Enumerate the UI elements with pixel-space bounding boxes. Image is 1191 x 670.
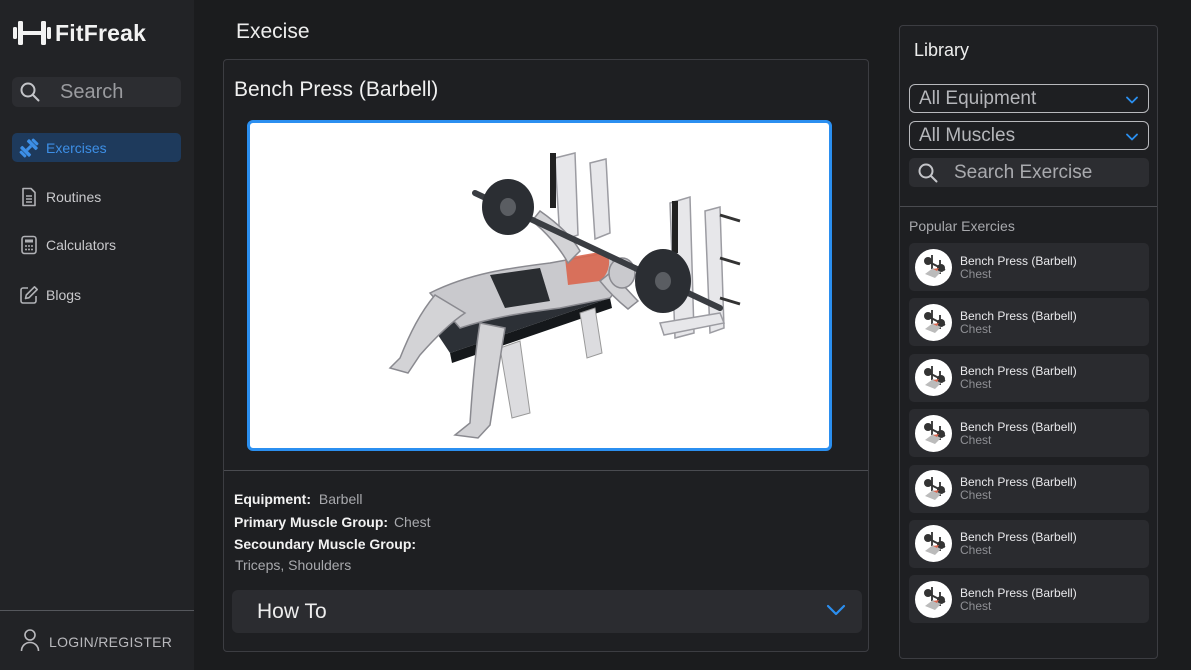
exercise-name: Bench Press (Barbell) xyxy=(960,475,1077,490)
search-icon xyxy=(909,163,946,183)
exercise-name: Bench Press (Barbell) xyxy=(960,364,1077,379)
muscle-filter-dropdown[interactable]: All Muscles xyxy=(909,121,1149,150)
secondary-muscle-label: Secoundary Muscle Group: xyxy=(234,536,417,552)
library-search[interactable] xyxy=(909,158,1149,187)
app-name: FitFreak xyxy=(55,19,147,46)
edit-icon xyxy=(12,285,46,305)
sidebar-item-label: Routines xyxy=(46,188,102,205)
library-search-input[interactable] xyxy=(954,161,1149,184)
list-item[interactable]: Bench Press (Barbell) Chest xyxy=(909,353,1149,402)
equipment-filter-value: All Equipment xyxy=(919,87,1037,109)
login-register-label: LOGIN/REGISTER xyxy=(49,633,173,650)
list-item[interactable]: Bench Press (Barbell) Chest xyxy=(909,464,1149,513)
library-panel: Library All Equipment All Muscles Popula… xyxy=(899,25,1158,659)
exercise-name: Bench Press (Barbell) xyxy=(960,530,1077,545)
exercise-card: Bench Press (Barbell) Equipment: Barbell… xyxy=(223,59,869,652)
exercise-muscle-group: Chest xyxy=(960,598,992,613)
library-divider xyxy=(900,206,1157,207)
equipment-row: Equipment: Barbell xyxy=(234,491,362,507)
page-title: Execise xyxy=(236,20,310,43)
exercise-name: Bench Press (Barbell) xyxy=(960,419,1077,434)
search-icon xyxy=(12,77,48,107)
chevron-down-icon xyxy=(826,603,846,621)
exercise-name: Bench Press (Barbell) xyxy=(960,308,1077,323)
secondary-muscle-value-row: Triceps, Shoulders xyxy=(235,557,351,573)
sidebar-search-input[interactable] xyxy=(60,80,180,104)
exercise-muscle-group: Chest xyxy=(960,321,992,336)
sidebar-divider xyxy=(0,610,194,611)
bench-press-illustration xyxy=(388,152,741,439)
exercise-muscle-group: Chest xyxy=(960,432,992,447)
exercise-muscle-group: Chest xyxy=(960,377,992,392)
secondary-muscle-row: Secoundary Muscle Group: xyxy=(234,536,416,552)
equipment-filter-dropdown[interactable]: All Equipment xyxy=(909,84,1149,113)
exercise-thumbnail xyxy=(915,248,952,286)
list-item[interactable]: Bench Press (Barbell) Chest xyxy=(909,298,1149,347)
chevron-down-icon xyxy=(1126,125,1138,147)
list-item[interactable]: Bench Press (Barbell) Chest xyxy=(909,575,1149,624)
primary-muscle-row: Primary Muscle Group: Chest xyxy=(234,514,431,530)
exercise-thumbnail xyxy=(915,303,952,341)
login-register-link[interactable]: LOGIN/REGISTER xyxy=(20,628,172,655)
muscle-filter-value: All Muscles xyxy=(919,124,1016,146)
sidebar-item-exercises[interactable]: Exercises xyxy=(12,133,181,162)
dumbbell-icon xyxy=(12,138,46,158)
exercise-illustration xyxy=(247,120,832,451)
document-icon xyxy=(12,187,46,207)
sidebar-item-label: Calculators xyxy=(46,236,117,253)
exercise-name: Bench Press (Barbell) xyxy=(960,585,1077,600)
sidebar-item-routines[interactable]: Routines xyxy=(12,182,181,211)
popular-title: Popular Exercies xyxy=(909,218,1015,234)
library-title: Library xyxy=(914,40,970,60)
sidebar-search[interactable] xyxy=(12,77,181,107)
sidebar-item-calculators[interactable]: Calculators xyxy=(12,230,181,259)
user-icon xyxy=(20,628,40,655)
secondary-muscle-value: Triceps, Shoulders xyxy=(235,557,352,573)
exercise-muscle-group: Chest xyxy=(960,266,992,281)
dumbbell-logo-icon xyxy=(13,21,51,45)
how-to-accordion[interactable]: How To xyxy=(232,590,862,633)
equipment-value: Barbell xyxy=(318,491,363,507)
calculator-icon xyxy=(12,235,46,255)
exercise-name: Bench Press (Barbell) xyxy=(960,253,1077,268)
logo[interactable]: FitFreak xyxy=(12,17,146,49)
sidebar-item-blogs[interactable]: Blogs xyxy=(12,280,181,309)
list-item[interactable]: Bench Press (Barbell) Chest xyxy=(909,243,1149,291)
sidebar-item-label: Exercises xyxy=(46,139,107,156)
list-item[interactable]: Bench Press (Barbell) Chest xyxy=(909,409,1149,458)
how-to-label: How To xyxy=(257,599,327,623)
exercise-muscle-group: Chest xyxy=(960,543,992,558)
primary-muscle-label: Primary Muscle Group: xyxy=(234,514,389,530)
sidebar: FitFreak Exercises Routines Calculators … xyxy=(0,0,194,670)
sidebar-item-label: Blogs xyxy=(46,286,82,303)
exercise-thumbnail xyxy=(915,414,952,452)
primary-muscle-value: Chest xyxy=(393,514,431,530)
exercise-thumbnail xyxy=(915,470,952,508)
list-item[interactable]: Bench Press (Barbell) Chest xyxy=(909,519,1149,568)
popular-list: Bench Press (Barbell) Chest Bench Press … xyxy=(909,243,1149,631)
exercise-title: Bench Press (Barbell) xyxy=(234,78,439,101)
exercise-thumbnail xyxy=(915,359,952,397)
exercise-muscle-group: Chest xyxy=(960,488,992,503)
exercise-thumbnail xyxy=(915,580,952,618)
exercise-thumbnail xyxy=(915,525,952,563)
card-divider xyxy=(224,470,868,471)
chevron-down-icon xyxy=(1126,88,1138,110)
equipment-label: Equipment: xyxy=(234,491,311,507)
